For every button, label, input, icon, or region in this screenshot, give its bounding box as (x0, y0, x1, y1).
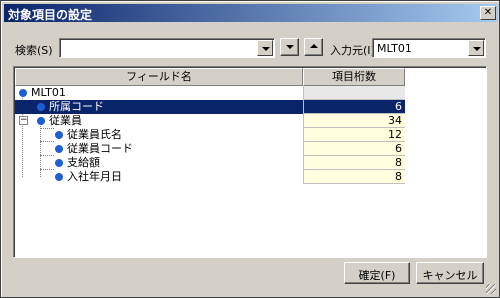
header-digits[interactable]: 項目桁数 (303, 68, 405, 86)
window-title: 対象項目の設定 (8, 8, 93, 22)
field-name: 入社年月日 (67, 170, 122, 183)
source-select[interactable]: MLT01 (372, 38, 486, 58)
table-row[interactable]: 従業員氏名 12 (15, 128, 417, 142)
digits-cell[interactable]: 34 (303, 114, 405, 128)
field-name: 従業員 (49, 114, 82, 127)
table-row[interactable]: 従業員コード 6 (15, 142, 417, 156)
title-bar[interactable]: 対象項目の設定 ✕ (4, 4, 498, 22)
field-node-icon (55, 131, 63, 139)
search-dropdown-button[interactable] (257, 40, 273, 56)
search-next-button[interactable] (280, 38, 299, 56)
field-name-cell[interactable]: 従業員コード (15, 142, 303, 156)
dialog-window: 対象項目の設定 ✕ 検索(S) 入力元(I) MLT01 フィールド名 項目桁数… (0, 0, 500, 298)
source-value: MLT01 (377, 42, 412, 55)
table-row[interactable]: − 従業員 34 (15, 114, 417, 128)
field-node-icon (19, 89, 27, 97)
field-name: 従業員氏名 (67, 128, 122, 141)
field-name-cell[interactable]: 所属コード (15, 100, 303, 114)
field-name-cell[interactable]: MLT01 (15, 86, 303, 100)
field-name-cell[interactable]: 従業員氏名 (15, 128, 303, 142)
chevron-down-icon (262, 47, 270, 51)
field-table[interactable]: フィールド名 項目桁数 MLT01 所属コード 6 − 従業員 34 従業員氏名… (13, 66, 487, 258)
digits-cell[interactable] (303, 86, 405, 100)
cancel-button-label: キャンセル (422, 269, 478, 282)
resize-grip[interactable] (486, 284, 496, 294)
arrow-down-icon (286, 45, 294, 49)
field-node-icon (55, 173, 63, 181)
table-row[interactable]: 支給額 8 (15, 156, 417, 170)
field-node-icon (55, 159, 63, 167)
digits-cell[interactable]: 12 (303, 128, 405, 142)
field-name: 支給額 (67, 156, 100, 169)
field-name: 所属コード (49, 100, 104, 113)
search-prev-button[interactable] (304, 38, 323, 56)
digits-cell[interactable]: 6 (303, 100, 405, 114)
search-label: 検索(S) (15, 44, 53, 57)
close-button[interactable]: ✕ (480, 6, 496, 20)
table-row[interactable]: 入社年月日 8 (15, 170, 417, 184)
field-node-icon (55, 145, 63, 153)
table-row[interactable]: 所属コード 6 (15, 100, 417, 114)
header-field-name[interactable]: フィールド名 (15, 68, 303, 86)
source-dropdown-button[interactable] (468, 40, 484, 56)
close-icon: ✕ (483, 7, 493, 18)
field-name-cell[interactable]: − 従業員 (15, 114, 303, 128)
field-name: 従業員コード (67, 142, 133, 155)
field-node-icon (37, 117, 45, 125)
confirm-button[interactable]: 確定(F) (344, 262, 410, 284)
chevron-down-icon (473, 47, 481, 51)
digits-cell[interactable]: 8 (303, 156, 405, 170)
field-node-icon (37, 103, 45, 111)
field-name-cell[interactable]: 支給額 (15, 156, 303, 170)
source-label: 入力元(I) (330, 44, 375, 57)
collapse-icon[interactable]: − (19, 116, 28, 125)
arrow-up-icon (310, 44, 318, 48)
confirm-button-label: 確定(F) (358, 269, 396, 282)
table-row[interactable]: MLT01 (15, 86, 417, 100)
cancel-button[interactable]: キャンセル (416, 262, 484, 284)
search-combo[interactable] (59, 38, 275, 58)
digits-cell[interactable]: 8 (303, 170, 405, 184)
digits-cell[interactable]: 6 (303, 142, 405, 156)
field-name-cell[interactable]: 入社年月日 (15, 170, 303, 184)
field-name: MLT01 (31, 86, 66, 99)
